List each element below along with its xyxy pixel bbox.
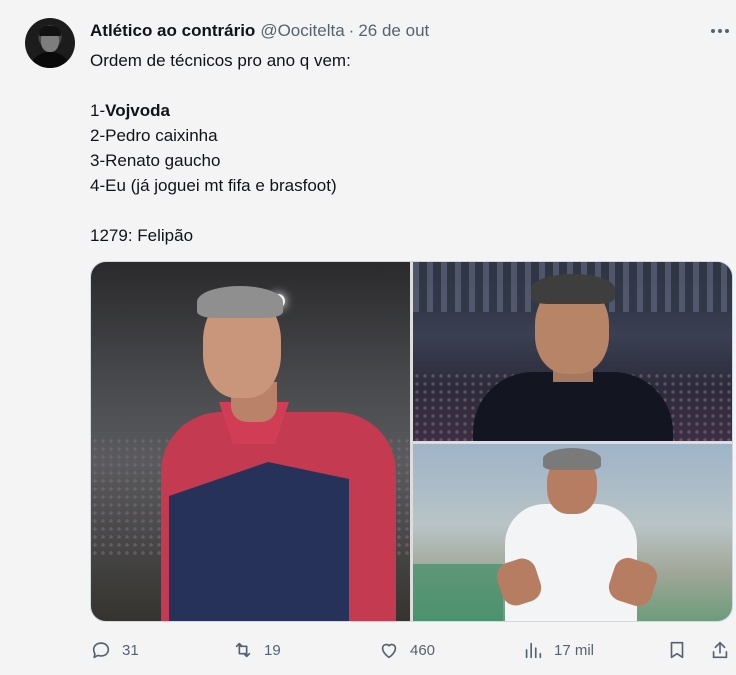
repost-icon <box>235 642 251 658</box>
tweet-actions: 31 19 460 17 mil <box>90 636 732 664</box>
header-separator: · <box>348 21 355 40</box>
heart-icon <box>381 643 397 659</box>
jacket <box>473 372 673 441</box>
tweet[interactable]: Atlético ao contrário @Oocitelta · 26 de… <box>0 0 736 675</box>
pitch-blur <box>413 564 503 621</box>
like-button[interactable]: 460 <box>378 636 435 664</box>
views-count: 17 mil <box>554 641 595 659</box>
coach-photo-vojvoda[interactable] <box>91 262 410 621</box>
author-handle[interactable]: @Oocitelta <box>260 21 344 41</box>
author-avatar[interactable] <box>25 18 75 68</box>
hair <box>531 274 615 304</box>
tweet-text-line: 4-Eu (já joguei mt fifa e brasfoot) <box>90 176 337 195</box>
more-dot <box>725 29 729 33</box>
tweet-text-line: 1-Vojvoda <box>90 98 720 123</box>
hair <box>197 286 283 318</box>
tweet-text: Ordem de técnicos pro ano q vem: 1-Vojvo… <box>90 48 720 248</box>
reply-count: 31 <box>122 641 139 659</box>
coach-photo-pedro-caixinha[interactable] <box>413 262 732 441</box>
more-options-icon[interactable] <box>708 22 732 40</box>
like-count: 460 <box>410 641 436 659</box>
reply-icon <box>92 642 110 659</box>
repost-count: 19 <box>264 641 281 659</box>
reply-button[interactable]: 31 <box>90 636 139 664</box>
share-button[interactable] <box>709 636 731 664</box>
bookmark-icon <box>670 641 684 659</box>
tweet-date[interactable]: 26 de out <box>358 21 429 41</box>
hair <box>543 448 601 470</box>
bookmark-button[interactable] <box>666 636 688 664</box>
share-icon <box>712 641 728 659</box>
avatar-hair <box>39 26 61 36</box>
tweet-text-line: 1279: Felipão <box>90 226 194 245</box>
analytics-icon <box>525 642 542 659</box>
views-button[interactable]: 17 mil <box>522 636 594 664</box>
coach-photo-renato-gaucho[interactable] <box>413 444 732 621</box>
author-display-name[interactable]: Atlético ao contrário <box>90 21 255 41</box>
bold-coach-name: Vojvoda <box>105 101 170 120</box>
more-dot <box>718 29 722 33</box>
more-dot <box>711 29 715 33</box>
media-grid <box>90 261 733 622</box>
avatar-shoulders <box>29 52 71 68</box>
list-number: 1- <box>90 101 106 120</box>
tweet-text-line: 2-Pedro caixinha <box>90 126 218 145</box>
repost-button[interactable]: 19 <box>232 636 281 664</box>
tweet-text-line: 3-Renato gaucho <box>90 151 221 170</box>
tweet-header: Atlético ao contrário @Oocitelta · 26 de… <box>90 20 429 42</box>
tweet-text-line: Ordem de técnicos pro ano q vem: <box>90 51 351 70</box>
